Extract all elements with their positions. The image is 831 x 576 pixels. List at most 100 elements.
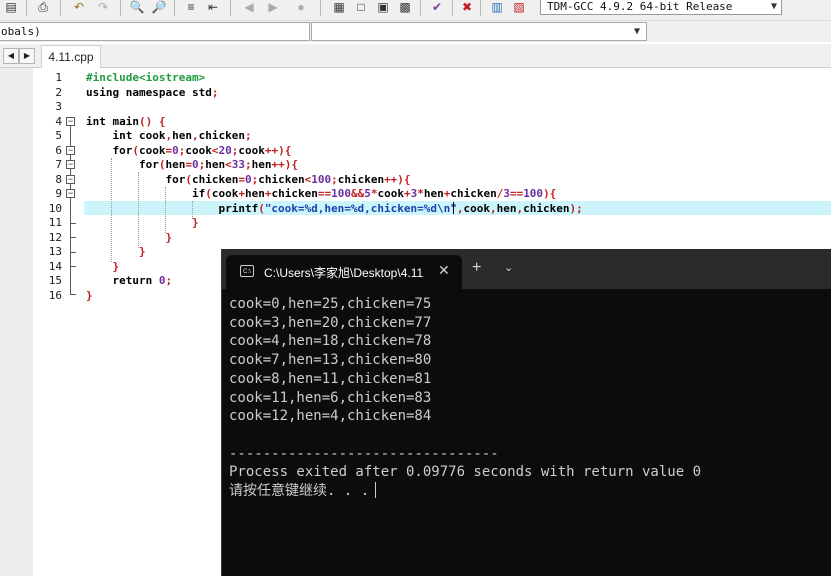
- main-toolbar: ▤ ⎙ ↶ ↷ 🔍 🔎 ≡ ⇤ ◀ ▶ ● ▦ □ ▣ ▩ ✔ ✖ ▥ ▧ TD…: [0, 0, 831, 21]
- toolbar-separator: [26, 0, 27, 16]
- toolbar-separator: [120, 0, 121, 16]
- line-number: 11: [48, 216, 62, 229]
- code-line: int cook,hen,chicken;: [112, 129, 252, 142]
- tab-scroll-right-icon[interactable]: ▶: [19, 48, 35, 64]
- line-number: 12: [48, 230, 62, 244]
- console-cursor: [375, 482, 377, 499]
- bookmark-icon[interactable]: ●: [292, 0, 310, 14]
- unindent-icon[interactable]: ⇤: [204, 0, 222, 14]
- check-icon[interactable]: ✔: [428, 0, 446, 14]
- line-number: 3: [55, 100, 62, 113]
- line-number: 2: [55, 85, 62, 99]
- toolbar-separator: [230, 0, 231, 16]
- console-line: cook=4,hen=18,chicken=78: [229, 333, 432, 350]
- code-line: int main() {: [86, 114, 166, 128]
- close-icon[interactable]: ✕: [438, 262, 450, 279]
- code-line: }: [191, 216, 199, 229]
- console-output: cook=0,hen=25,chicken=75 cook=3,hen=20,ch…: [229, 295, 701, 501]
- forward-icon[interactable]: ▶: [264, 0, 282, 14]
- console-line: cook=3,hen=20,chicken=77: [229, 314, 432, 331]
- toolbar-separator: [60, 0, 61, 16]
- fold-end-tick: [70, 252, 76, 253]
- compile-icon[interactable]: ▦: [330, 0, 348, 14]
- class-browser-icon[interactable]: ▤: [2, 0, 20, 14]
- scope-select-value: obals): [1, 25, 41, 38]
- undo-icon[interactable]: ↶: [70, 0, 88, 14]
- line-number: 10: [48, 201, 62, 215]
- run-icon[interactable]: □: [352, 0, 370, 14]
- compiler-select[interactable]: TDM-GCC 4.9.2 64-bit Release ▼: [540, 0, 782, 15]
- code-line: }: [165, 230, 173, 244]
- fold-end-tick: [70, 294, 76, 295]
- scope-select[interactable]: obals): [0, 22, 310, 41]
- tab-scroll-left-icon[interactable]: ◀: [3, 48, 19, 64]
- chart-icon[interactable]: ▥: [488, 0, 506, 14]
- text-cursor: [453, 202, 454, 214]
- replace-icon[interactable]: 🔎: [150, 0, 168, 14]
- print-icon[interactable]: ⎙: [34, 0, 52, 14]
- console-line: cook=0,hen=25,chicken=75: [229, 296, 432, 312]
- new-tab-icon[interactable]: +: [472, 259, 481, 277]
- console-prompt-line: 请按任意键继续. . .: [229, 482, 701, 501]
- chevron-down-icon[interactable]: ⌄: [504, 261, 513, 274]
- code-line: for(cook=0;cook<20;cook++){: [112, 143, 292, 157]
- toolbar-separator: [480, 0, 481, 16]
- console-line: Process exited after 0.09776 seconds wit…: [229, 464, 702, 481]
- line-number: 5: [55, 129, 62, 142]
- tab-file[interactable]: 4.11.cpp: [41, 45, 101, 68]
- line-number: 13: [48, 245, 62, 258]
- indent-icon[interactable]: ≡: [182, 0, 200, 14]
- error-chart-icon[interactable]: ▧: [510, 0, 528, 14]
- code-line: printf("cook=%d,hen=%d,chicken=%d\n",coo…: [86, 201, 583, 215]
- line-number: 4: [55, 114, 62, 128]
- fold-end-tick: [70, 223, 76, 224]
- toolbar-separator: [452, 0, 453, 16]
- line-number: 9: [55, 187, 62, 200]
- console-line: cook=7,hen=13,chicken=80: [229, 352, 432, 369]
- code-line: }: [138, 245, 146, 258]
- code-line: }: [112, 259, 120, 273]
- line-number: 1: [55, 71, 62, 84]
- fold-toggle-icon[interactable]: −: [66, 175, 75, 184]
- line-number: 8: [55, 172, 62, 186]
- tab-file-label: 4.11.cpp: [48, 50, 94, 64]
- function-select[interactable]: ▼: [311, 22, 647, 41]
- stop-icon[interactable]: ✖: [458, 0, 476, 14]
- line-number: 6: [55, 143, 62, 157]
- console-titlebar: C:\ C:\Users\李家旭\Desktop\4.11 ✕ + ⌄: [222, 249, 831, 289]
- scope-bar: obals) ▼: [0, 21, 831, 42]
- line-number: 7: [55, 158, 62, 171]
- editor-gutter: [0, 68, 33, 576]
- code-line: return 0;: [112, 274, 173, 287]
- terminal-icon: C:\: [240, 265, 254, 277]
- fold-toggle-icon[interactable]: −: [66, 160, 75, 169]
- fold-toggle-icon[interactable]: −: [66, 146, 75, 155]
- toolbar-separator: [174, 0, 175, 16]
- console-line: cook=11,hen=6,chicken=83: [229, 389, 432, 406]
- chevron-down-icon: ▼: [770, 1, 777, 12]
- compiler-select-value: TDM-GCC 4.9.2 64-bit Release: [547, 0, 733, 13]
- toolbar-separator: [320, 0, 321, 16]
- redo-icon[interactable]: ↷: [94, 0, 112, 14]
- console-prompt: 请按任意键继续. . .: [229, 483, 370, 500]
- console-window[interactable]: C:\ C:\Users\李家旭\Desktop\4.11 ✕ + ⌄ cook…: [221, 249, 831, 576]
- rebuild-icon[interactable]: ▩: [396, 0, 414, 14]
- console-line: --------------------------------: [229, 445, 499, 462]
- fold-toggle-icon[interactable]: −: [66, 117, 75, 126]
- code-line: for(chicken=0;chicken<100;chicken++){: [165, 172, 411, 186]
- code-line: #include<iostream>: [86, 71, 206, 84]
- back-icon[interactable]: ◀: [240, 0, 258, 14]
- fold-toggle-icon[interactable]: −: [66, 189, 75, 198]
- console-tab[interactable]: C:\ C:\Users\李家旭\Desktop\4.11 ✕: [226, 255, 462, 289]
- toolbar-separator: [420, 0, 421, 16]
- console-line: cook=8,hen=11,chicken=81: [229, 370, 432, 387]
- console-tab-title: C:\Users\李家旭\Desktop\4.11: [264, 266, 424, 280]
- code-line: using namespace std;: [86, 85, 219, 99]
- line-number: 14: [48, 259, 62, 273]
- find-icon[interactable]: 🔍: [128, 0, 146, 14]
- fold-end-tick: [70, 266, 76, 267]
- compile-run-icon[interactable]: ▣: [374, 0, 392, 14]
- editor-tab-bar: ◀ ▶ 4.11.cpp: [0, 44, 831, 68]
- line-number: 15: [48, 274, 62, 287]
